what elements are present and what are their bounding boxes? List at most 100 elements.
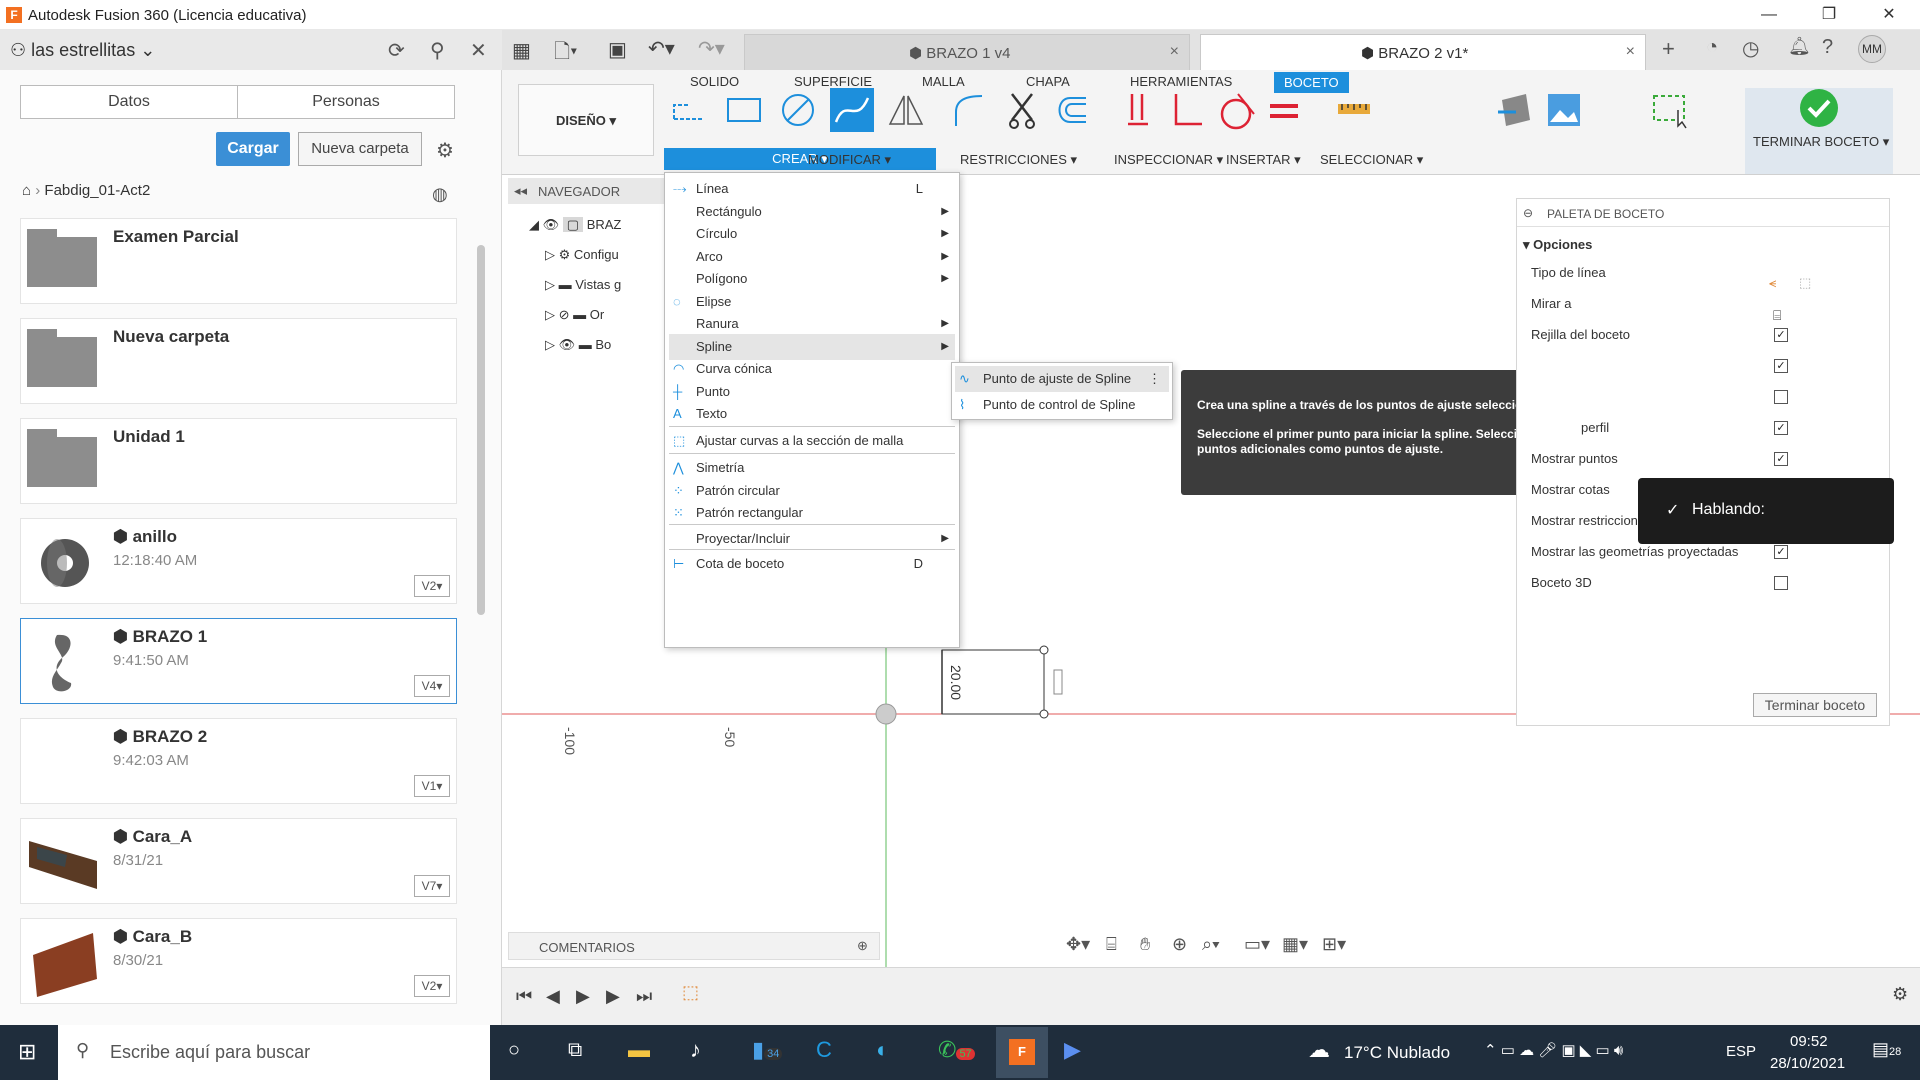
browser-row[interactable]: ▷ ▬ Vistas g [515, 272, 621, 298]
expand-icon[interactable]: ▷ [545, 247, 555, 262]
notifications-icon[interactable]: ▤28 [1872, 1039, 1901, 1060]
zoom-app-icon[interactable]: ▶ [1064, 1037, 1081, 1063]
display-settings-icon[interactable]: ▭▾ [1244, 934, 1270, 955]
constraints-menu-button[interactable]: RESTRICCIONES ▾ [960, 152, 1077, 168]
file-item[interactable]: ⬢ BRAZO 2 9:42:03 AM V1▾ [20, 718, 457, 804]
perpendicular-constraint-icon[interactable] [1164, 88, 1208, 132]
tray-icons[interactable]: ⌃ ▭ ☁ 🎤︎ ▣ ◣ ▭ 🔊︎ [1484, 1041, 1623, 1059]
insert-image-icon[interactable] [1542, 88, 1586, 132]
gear-icon[interactable]: ⚙ [1892, 984, 1908, 1005]
team-selector[interactable]: ⚇ las estrellitas ⌄ [10, 40, 155, 61]
cortana-app-icon[interactable]: C [816, 1037, 832, 1063]
inspect-menu-button[interactable]: INSPECCIONAR ▾ [1114, 152, 1223, 168]
last-step-icon[interactable]: ⏭ [636, 986, 652, 1007]
pan-icon[interactable]: ✋︎ [1140, 934, 1150, 955]
orbit-icon[interactable]: ✥▾ [1066, 934, 1090, 955]
language-indicator[interactable]: ESP [1726, 1043, 1756, 1060]
palette-checkbox[interactable]: ✓ [1774, 328, 1788, 342]
browser-row[interactable]: ▷ ⊘ ▬ Or [515, 302, 604, 328]
play-icon[interactable]: ▶ [576, 986, 590, 1007]
ribbon-tab-malla[interactable]: MALLA [922, 74, 965, 89]
options-section[interactable]: ▾ Opciones [1523, 237, 1592, 253]
help-icon[interactable]: ? [1822, 36, 1833, 59]
first-step-icon[interactable]: ⏮ [516, 986, 532, 1007]
search-icon[interactable]: ⚲ [430, 38, 445, 63]
previous-step-icon[interactable]: ◀ [546, 986, 560, 1007]
rectangle-tool-icon[interactable] [722, 88, 766, 132]
sketch-feature-icon[interactable]: ⬚ [682, 982, 699, 1003]
tangent-constraint-icon[interactable] [1214, 88, 1258, 132]
plus-icon[interactable]: + [1662, 36, 1675, 62]
select-menu-button[interactable]: SELECCIONAR ▾ [1320, 152, 1423, 168]
ribbon-tab-chapa[interactable]: CHAPA [1026, 74, 1070, 89]
workspace-selector[interactable]: DISEÑO ▾ [518, 84, 654, 156]
palette-checkbox[interactable]: ✓ [1774, 545, 1788, 559]
clock-icon[interactable]: ◷ [1742, 36, 1759, 61]
more-options-icon[interactable]: ⋮ [1148, 366, 1161, 392]
file-item[interactable]: ⬢ anillo 12:18:40 AM V2▾ [20, 518, 457, 604]
menu-item-cota-de-boceto[interactable]: ⊢ Cota de boceto D [669, 551, 955, 577]
bell-icon[interactable]: 🔔︎ [1788, 36, 1811, 57]
spline-tool-icon[interactable] [830, 88, 874, 132]
gear-icon[interactable]: ⚙ [436, 138, 454, 163]
tab-brazo-2[interactable]: ⬢ BRAZO 2 v1* × [1200, 34, 1646, 70]
grid-menu-icon[interactable]: ▦ [512, 38, 531, 63]
menu-item-texto[interactable]: A Texto [669, 401, 955, 427]
modify-menu-button[interactable]: MODIFICAR ▾ [808, 152, 891, 168]
tab-datos[interactable]: Datos [21, 86, 238, 118]
fillet-tool-icon[interactable] [950, 88, 994, 132]
tiktok-icon[interactable]: ♪ [690, 1037, 701, 1063]
globe-icon[interactable]: ◍ [432, 184, 448, 205]
refresh-icon[interactable]: ⟳ [388, 38, 405, 63]
expand-icon[interactable]: ▷ [545, 307, 555, 322]
new-folder-button[interactable]: Nueva carpeta [298, 132, 422, 166]
palette-checkbox[interactable] [1774, 576, 1788, 590]
file-item[interactable]: ⬢ Cara_B 8/30/21 V2▾ [20, 918, 457, 1004]
circle-tool-icon[interactable] [776, 88, 820, 132]
viewports-icon[interactable]: ⊞▾ [1322, 934, 1346, 955]
fusion-taskbar-icon[interactable]: F [996, 1027, 1048, 1078]
ribbon-tab-solido[interactable]: SOLIDO [690, 74, 739, 89]
chevron-down-icon[interactable]: ✓ [1666, 500, 1679, 520]
close-window-button[interactable]: ✕ [1866, 4, 1912, 26]
trim-tool-icon[interactable] [1000, 88, 1044, 132]
menu-item-proyectar-incluir[interactable]: Proyectar/Incluir ▶ [669, 526, 955, 552]
redo-icon[interactable]: ↷▾ [698, 36, 725, 61]
folder-item[interactable]: Nueva carpeta [20, 318, 457, 404]
version-badge[interactable]: V1▾ [414, 775, 450, 797]
version-badge[interactable]: V2▾ [414, 575, 450, 597]
browser-row[interactable]: ▷ 👁︎ ▬ Bo [515, 332, 611, 358]
tab-personas[interactable]: Personas [238, 86, 454, 118]
close-tab-icon[interactable]: × [1626, 43, 1635, 61]
insert-derive-icon[interactable] [1494, 88, 1538, 132]
undo-icon[interactable]: ↶▾ [648, 36, 675, 61]
collapse-icon[interactable]: ◂◂ [514, 183, 527, 199]
browser-row[interactable]: ▷ ⚙ Configu [515, 242, 619, 268]
clock-date[interactable]: 28/10/2021 [1770, 1055, 1845, 1072]
version-badge[interactable]: V4▾ [414, 675, 450, 697]
ribbon-tab-superficie[interactable]: SUPERFICIE [794, 74, 872, 89]
horizontal-constraint-icon[interactable] [1116, 88, 1160, 132]
add-comment-icon[interactable]: ⊕ [857, 938, 868, 954]
create-menu-button[interactable]: CREAR ▾ [664, 148, 936, 170]
expand-icon[interactable]: ▷ [545, 337, 555, 352]
version-badge[interactable]: V7▾ [414, 875, 450, 897]
browser-row[interactable]: ◢ 👁︎ ▢ BRAZ [515, 212, 621, 238]
linetype-icon[interactable]: ⪪ [1769, 275, 1776, 291]
next-step-icon[interactable]: ▶ [606, 986, 620, 1007]
measure-tool-icon[interactable] [1332, 88, 1376, 132]
calendar-app-icon[interactable]: ▮ 34 [752, 1037, 783, 1063]
weather-text[interactable]: 17°C Nublado [1344, 1043, 1450, 1063]
palette-checkbox[interactable]: ✓ [1774, 359, 1788, 373]
offset-tool-icon[interactable] [1050, 88, 1094, 132]
task-view-icon[interactable]: ⧉ [568, 1039, 582, 1062]
equal-constraint-icon[interactable] [1262, 88, 1306, 132]
save-icon[interactable]: ▣ [608, 37, 627, 62]
home-icon[interactable]: ⌂ [22, 182, 31, 199]
scrollbar[interactable] [477, 245, 485, 615]
close-tab-icon[interactable]: × [1170, 43, 1179, 61]
finish-sketch-button[interactable]: TERMINAR BOCETO ▾ [1745, 88, 1893, 174]
eye-icon[interactable]: 👁︎ [559, 337, 576, 352]
ribbon-tab-herramientas[interactable]: HERRAMIENTAS [1130, 74, 1232, 89]
eye-icon[interactable]: 👁︎ [543, 217, 560, 232]
